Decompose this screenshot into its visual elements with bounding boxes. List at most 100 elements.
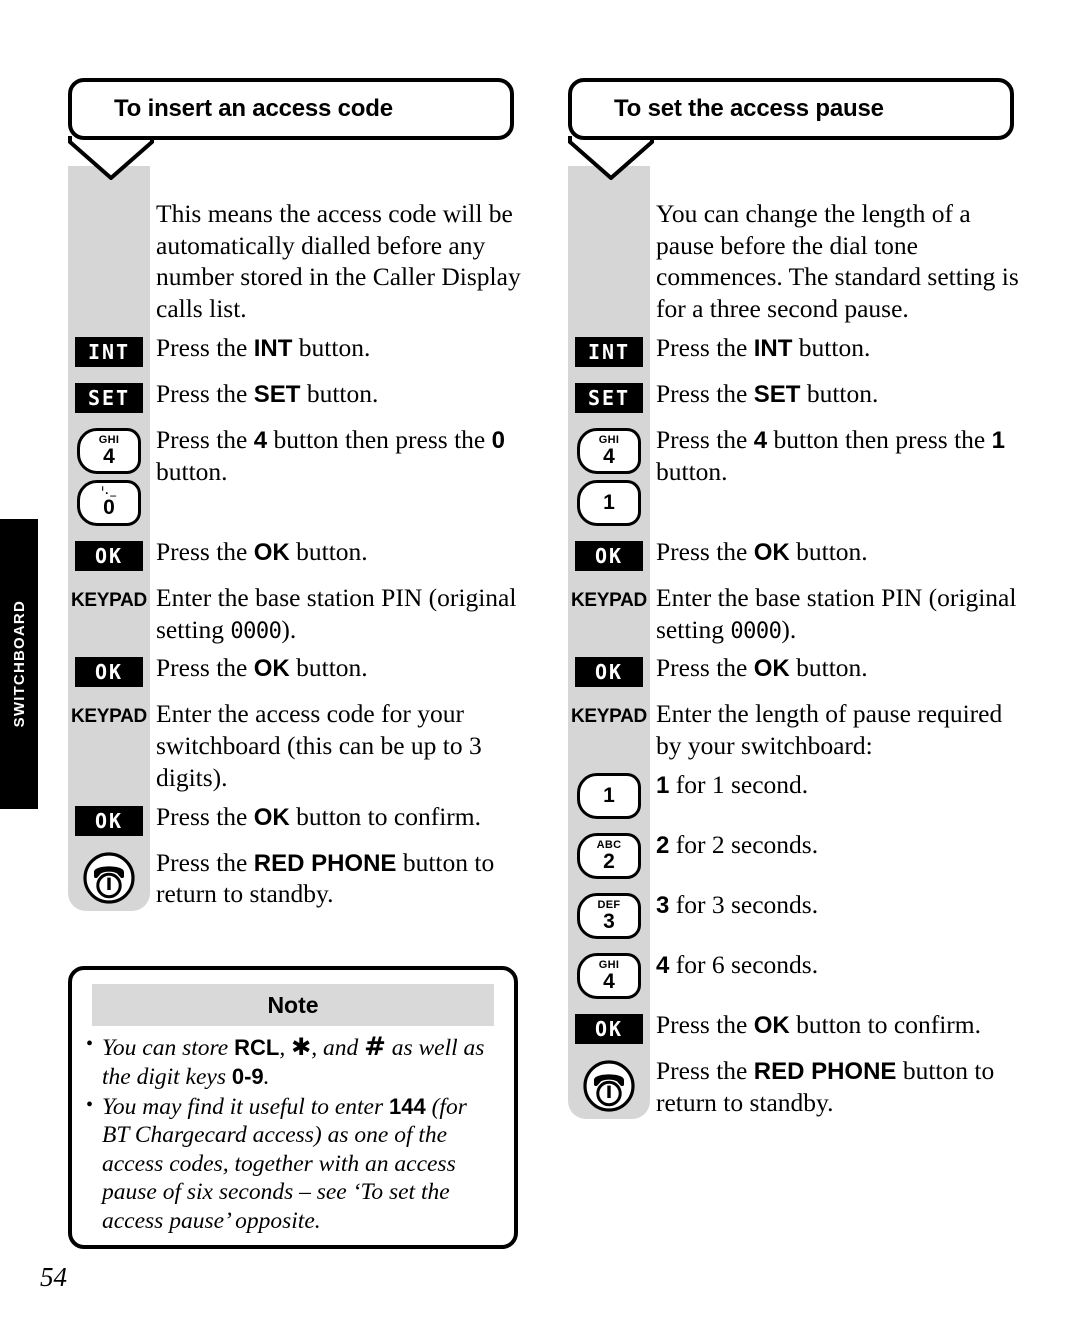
step-text: Press the RED PHONE button to return to … [656,1055,995,1117]
note-body: • You can store RCL, ✱, and # as well as … [72,1026,514,1235]
heading-bubble-box: To insert an access code [68,78,514,140]
step-row: OK Press the OK button to confirm. [66,800,521,840]
emphasis: 3 [656,891,670,919]
heading-title: To insert an access code [114,95,393,122]
emphasis: OK [253,538,290,566]
section-side-tab: SWITCHBOARD [0,519,38,809]
step-row: OK Press the OK button. [566,651,1021,691]
ok-button-icon: OK [75,805,143,836]
step-icon-group: KEYPAD [66,581,152,616]
step-icon-group: KEYPAD [566,581,652,616]
step-icon-group: OK [66,651,152,691]
int-button-icon: INT [75,336,143,367]
intro-paragraph: This means the access code will be autom… [156,199,521,324]
set-button-icon: SET [575,382,643,413]
step-text: Press the 4 button then press the 1 butt… [656,424,1005,486]
note-text-run: , and [311,1035,365,1061]
step-row: KEYPAD Enter the base station PIN (origin… [566,581,1021,645]
ok-button-icon: OK [75,540,143,571]
step-text: Press the INT button. [656,332,871,362]
step-text: Press the 4 button then press the 0 butt… [156,424,505,486]
emphasis: INT [753,334,793,362]
step-row: SET Press the SET button. [566,377,1021,417]
keypad-key-3-icon: DEF 3 [577,892,641,939]
emphasis: OK [253,655,290,683]
ok-button-icon: OK [575,540,643,571]
emphasis: OK [753,538,790,566]
key-digit: 3 [603,909,615,933]
step-icon-group: KEYPAD [66,697,152,732]
step-text: 2 for 2 seconds. [656,829,819,859]
step-icon-group: OK [566,1008,652,1048]
set-button-icon: SET [75,382,143,413]
step-row: GHI 4 1 Press the 4 button then press the 1… [566,423,1021,529]
note-text-run: . [263,1064,270,1091]
step-text: Press the OK button. [656,653,868,683]
steps-list: You can change the length of a pause bef… [566,178,1021,1118]
note-text-run: RCL [234,1035,280,1060]
key-digit: 4 [103,444,115,468]
ok-button-icon: OK [575,657,643,688]
emphasis: 2 [656,831,670,859]
note-text-run: # [364,1032,386,1062]
note-text-run: ✱ [291,1033,312,1061]
step-row: OK Press the OK button. [66,651,521,691]
note-bullet: • You may find it useful to enter 144 (fo… [86,1093,498,1235]
step-text: Press the SET button. [156,378,379,408]
emphasis: OK [753,1011,790,1039]
step-text: Press the OK button. [156,536,368,566]
step-icon-group: ABC 2 [566,828,652,882]
key-digit: 2 [603,849,615,873]
note-text-run: You may find it useful to enter [102,1093,390,1120]
step-icon-group: 1 [566,768,652,822]
step-row: KEYPAD Enter the access code for your swi… [66,697,521,793]
step-row: INT Press the INT button. [566,331,1021,371]
step-row: GHI 4 4 for 6 seconds. [566,948,1021,1002]
keypad-key-4-icon: GHI 4 [77,427,141,474]
step-icon-group: GHI 4 ᑊ._ 0 [66,423,152,529]
heading-bubble: To set the access pause [566,78,1021,180]
ok-button-icon: OK [75,657,143,688]
note-bullet-text: You can store RCL, ✱, and # as well as t… [102,1032,498,1092]
step-text: 3 for 3 seconds. [656,889,819,919]
keypad-label-icon: KEYPAD [71,589,147,611]
keypad-key-0-icon: ᑊ._ 0 [77,479,141,526]
red-phone-icon [583,1060,635,1112]
step-row: 11 for 1 second. [566,768,1021,822]
key-digit: 1 [603,784,615,808]
step-text: Press the OK button to confirm. [656,1009,981,1039]
bullet-marker: • [86,1093,94,1116]
bullet-marker: • [86,1033,94,1055]
step-icon-group [66,846,152,908]
step-row: DEF 3 3 for 3 seconds. [566,888,1021,942]
page-number: 54 [40,1262,67,1292]
step-row: Press the RED PHONE button to return to … [566,1054,1021,1119]
intro-gutter [66,196,152,198]
emphasis: 4 [753,426,768,454]
heading-title: To set the access pause [614,95,884,122]
key-digit: 4 [603,444,615,468]
emphasis: RED PHONE [253,849,397,877]
keypad-label-icon: KEYPAD [571,589,647,611]
step-icon-group: OK [66,800,152,840]
emphasis: SET [753,380,801,408]
step-row: KEYPAD Enter the base station PIN (origin… [66,581,521,645]
heading-bubble: To insert an access code [66,78,521,180]
keypad-key-4-icon: GHI 4 [577,952,641,999]
step-icon-group: OK [66,535,152,575]
step-icon-group: KEYPAD [566,697,652,732]
keypad-key-1-icon: 1 [577,479,641,526]
note-bullet: • You can store RCL, ✱, and # as well as … [86,1032,498,1092]
heading-bubble-box: To set the access pause [568,78,1014,140]
step-text: 4 for 6 seconds. [656,949,819,979]
keypad-label-icon: KEYPAD [571,706,647,728]
emphasis: 1 [656,771,670,799]
step-icon-group: SET [66,377,152,417]
pin-value: 0000 [230,618,282,644]
step-text: Press the OK button to confirm. [156,801,481,831]
step-text: Press the RED PHONE button to return to … [156,847,495,909]
note-title: Note [92,984,494,1026]
intro-paragraph: You can change the length of a pause bef… [656,199,1019,324]
step-text: Press the SET button. [656,378,879,408]
emphasis: SET [253,380,301,408]
